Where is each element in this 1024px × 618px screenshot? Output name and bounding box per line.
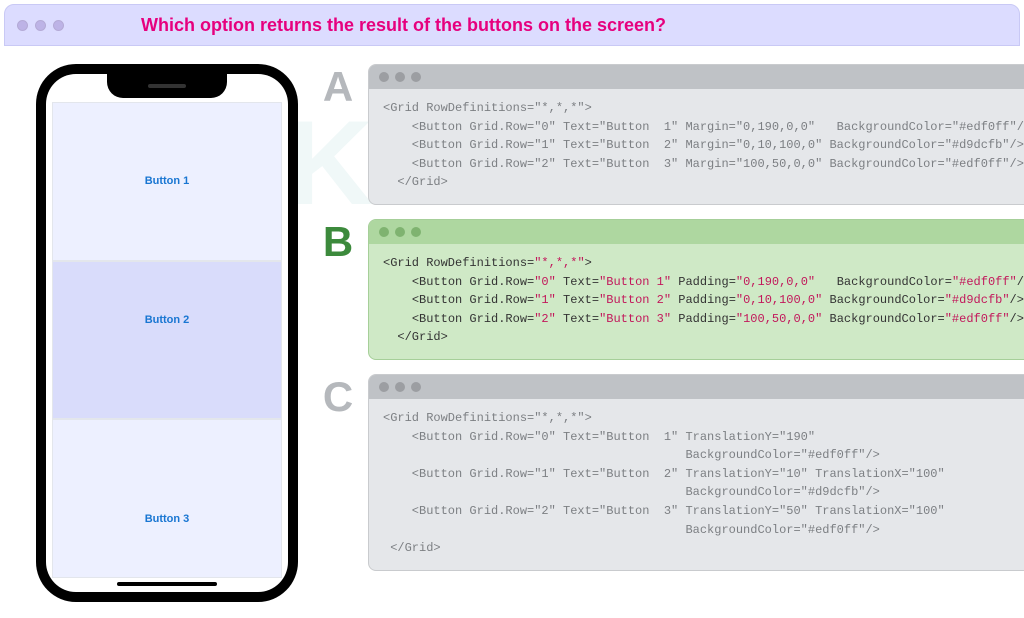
phone-button-1-label: Button 1 xyxy=(145,175,190,187)
phone-button-3[interactable]: Button 3 xyxy=(52,419,282,578)
phone-button-2-label: Button 2 xyxy=(145,314,190,326)
option-a-codewin: <Grid RowDefinitions="*,*,*"> <Button Gr… xyxy=(368,64,1024,205)
codewin-titlebar xyxy=(369,375,1024,399)
option-b-code: <Grid RowDefinitions="*,*,*"> <Button Gr… xyxy=(369,244,1024,359)
window-dot-icon xyxy=(395,227,405,237)
phone-button-3-label: Button 3 xyxy=(145,513,190,525)
option-c-codewin: <Grid RowDefinitions="*,*,*"> <Button Gr… xyxy=(368,374,1024,571)
option-c-code: <Grid RowDefinitions="*,*,*"> <Button Gr… xyxy=(369,399,1024,570)
phone-mockup: Button 1 Button 2 Button 3 xyxy=(36,64,298,602)
window-dot-icon xyxy=(53,20,64,31)
codewin-titlebar xyxy=(369,220,1024,244)
window-dot-icon xyxy=(411,72,421,82)
option-a-code: <Grid RowDefinitions="*,*,*"> <Button Gr… xyxy=(369,89,1024,204)
window-dot-icon xyxy=(379,72,389,82)
window-dot-icon xyxy=(379,227,389,237)
question-title: Which option returns the result of the b… xyxy=(141,15,666,36)
window-dot-icon xyxy=(411,382,421,392)
option-a[interactable]: A <Grid RowDefinitions="*,*,*"> <Button … xyxy=(318,64,1024,205)
window-dot-icon xyxy=(17,20,28,31)
option-b-codewin: <Grid RowDefinitions="*,*,*"> <Button Gr… xyxy=(368,219,1024,360)
phone-notch-icon xyxy=(107,74,227,98)
option-b[interactable]: B <Grid RowDefinitions="*,*,*"> <Button … xyxy=(318,219,1024,360)
phone-button-1[interactable]: Button 1 xyxy=(52,102,282,261)
window-dot-icon xyxy=(395,382,405,392)
window-dot-icon xyxy=(395,72,405,82)
question-header: Which option returns the result of the b… xyxy=(4,4,1020,46)
window-dot-icon xyxy=(411,227,421,237)
option-a-letter: A xyxy=(318,66,358,108)
codewin-titlebar xyxy=(369,65,1024,89)
option-c-letter: C xyxy=(318,376,358,418)
window-dot-icon xyxy=(35,20,46,31)
phone-button-2[interactable]: Button 2 xyxy=(52,261,282,420)
options-list: A <Grid RowDefinitions="*,*,*"> <Button … xyxy=(318,64,1024,602)
option-b-letter: B xyxy=(318,221,358,263)
phone-screen: Button 1 Button 2 Button 3 xyxy=(46,74,288,592)
option-c[interactable]: C <Grid RowDefinitions="*,*,*"> <Button … xyxy=(318,374,1024,571)
home-indicator-icon xyxy=(117,582,217,586)
window-dot-icon xyxy=(379,382,389,392)
